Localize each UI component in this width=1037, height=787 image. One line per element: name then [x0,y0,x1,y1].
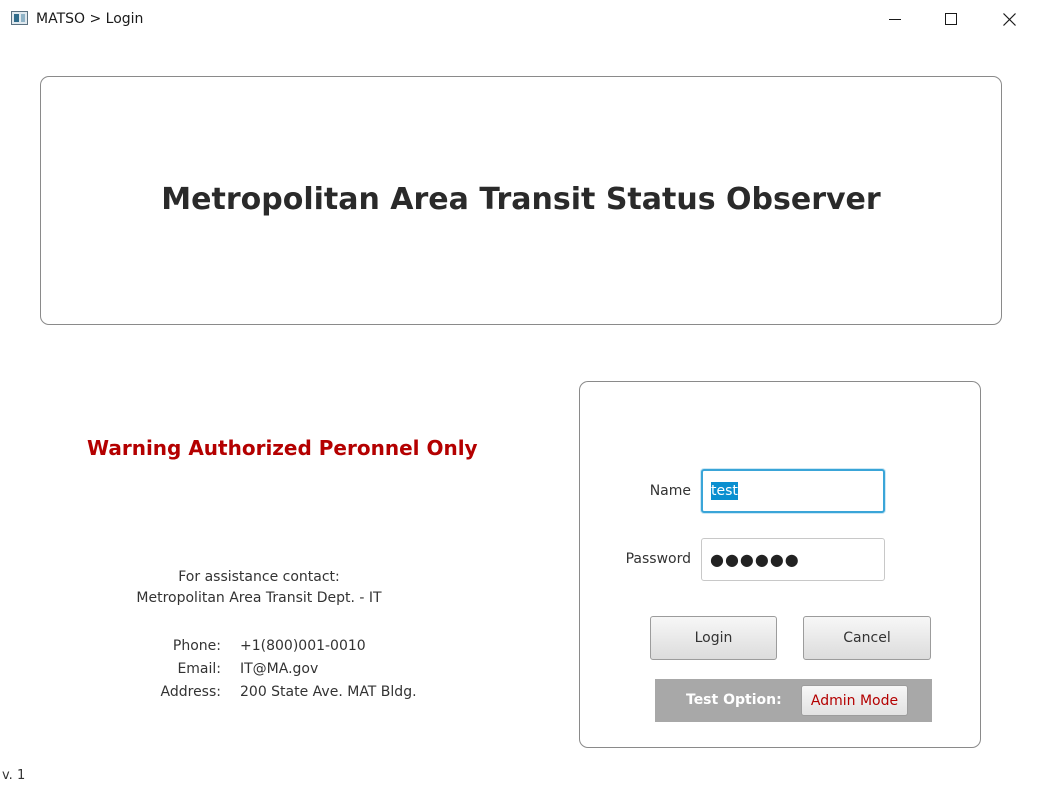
title-bar: MATSO > Login [0,0,1037,38]
password-input[interactable]: ●●●●●● [701,538,885,581]
address-label: Address: [160,684,221,700]
close-icon [1002,12,1016,26]
name-input[interactable]: test [701,469,885,513]
name-label: Name [649,483,691,499]
window-title: MATSO > Login [36,11,144,27]
test-option-label: Test Option: [686,692,782,708]
app-icon [11,11,28,25]
assistance-info: For assistance contact: Metropolitan Are… [120,567,398,609]
app-title: Metropolitan Area Transit Status Observe… [161,182,881,217]
version-label: v. 1 [2,768,26,783]
name-input-value: test [711,482,738,500]
admin-mode-button[interactable]: Admin Mode [801,685,908,716]
header-banner: Metropolitan Area Transit Status Observe… [40,76,1002,325]
maximize-button[interactable] [922,0,980,38]
cancel-button[interactable]: Cancel [803,616,931,660]
warning-text: Warning Authorized Peronnel Only [87,436,478,460]
assistance-dept: Metropolitan Area Transit Dept. - IT [136,590,382,606]
password-input-value: ●●●●●● [710,550,800,569]
address-value: 200 State Ave. MAT Bldg. [240,684,417,700]
login-button[interactable]: Login [650,616,777,660]
email-value: IT@MA.gov [240,661,319,677]
minimize-icon [889,18,901,20]
email-label: Email: [177,661,221,677]
password-label: Password [625,551,691,567]
close-button[interactable] [980,0,1037,38]
assistance-heading: For assistance contact: [178,569,340,585]
test-option-bar: Test Option: Admin Mode [655,679,932,722]
phone-label: Phone: [172,638,221,654]
maximize-icon [945,13,957,25]
phone-value: +1(800)001-0010 [240,638,366,654]
minimize-button[interactable] [866,0,924,38]
